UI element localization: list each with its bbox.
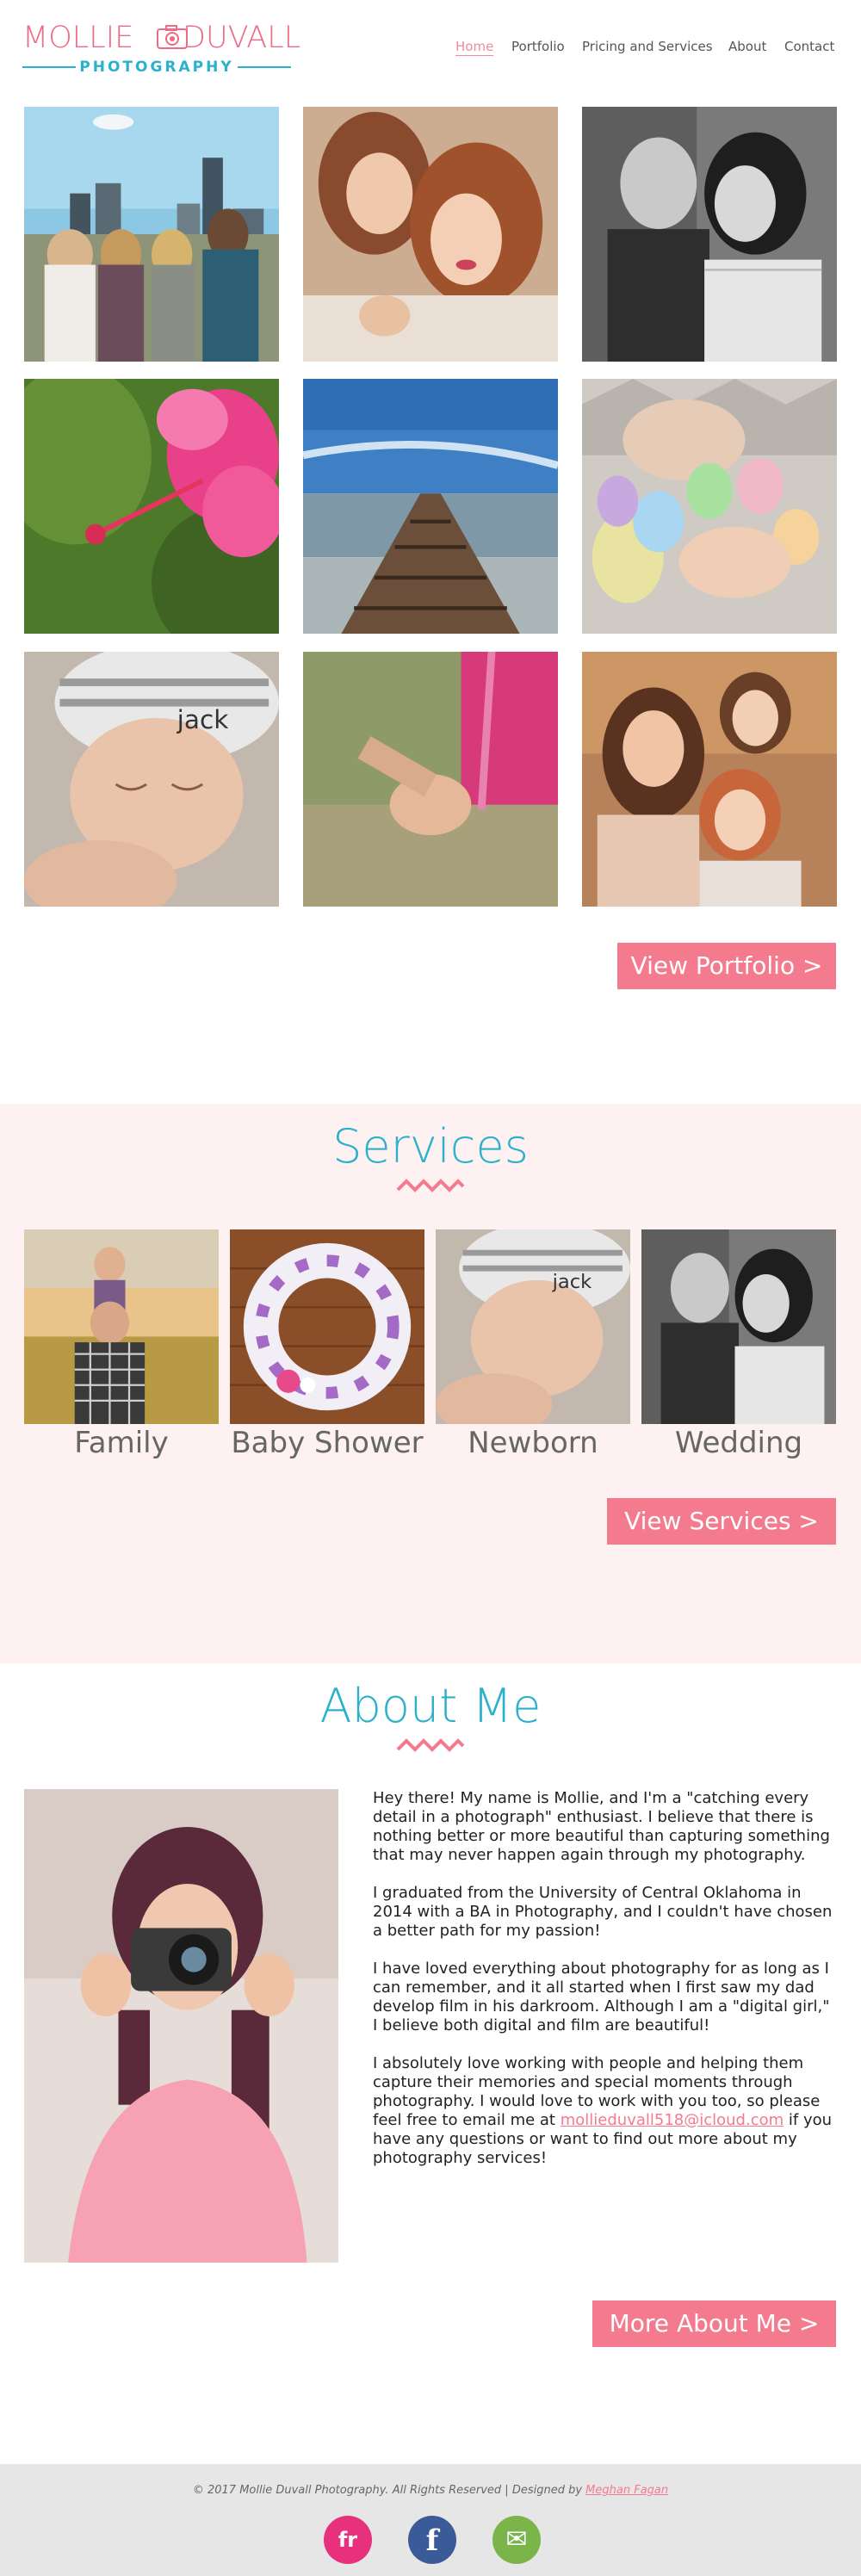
service-label-newborn[interactable]: Newborn <box>436 1426 630 1460</box>
site-footer: © 2017 Mollie Duvall Photography. All Ri… <box>0 2464 861 2576</box>
photo-bw-couple[interactable] <box>582 107 837 362</box>
designer-link[interactable]: Meghan Fagan <box>585 2484 668 2497</box>
about-paragraph: I graduated from the University of Centr… <box>373 1884 833 1940</box>
nav-item-about[interactable]: About <box>728 38 766 55</box>
facebook-icon-label: f <box>425 2523 439 2558</box>
footer-copyright: © 2017 Mollie Duvall Photography. All Ri… <box>0 2483 861 2499</box>
about-paragraph: I have loved everything about photograph… <box>373 1960 830 2034</box>
about-paragraph-contact: I absolutely love working with people an… <box>373 2054 838 2168</box>
about-text: Hey there! My name is Mollie, and I'm a … <box>373 1789 838 2187</box>
about-photo-mollie <box>24 1789 338 2263</box>
zigzag-divider <box>396 1738 465 1752</box>
logo-divider-right <box>238 66 291 68</box>
copyright-text: © 2017 Mollie Duvall Photography. All Ri… <box>192 2484 586 2497</box>
flickr-icon[interactable]: fr <box>324 2516 372 2564</box>
photo-women-skyline[interactable] <box>24 107 279 362</box>
site-header: MOLLIE DUVALL PHOTOGRAPHY Home Portfolio… <box>0 0 861 86</box>
facebook-icon[interactable]: f <box>408 2516 456 2564</box>
service-photo-family[interactable] <box>24 1229 219 1424</box>
services-title: Services <box>332 1119 529 1173</box>
logo-divider-left <box>22 66 76 68</box>
service-label-wedding[interactable]: Wedding <box>641 1426 836 1460</box>
main-nav: Home Portfolio Pricing and Services Abou… <box>0 38 861 59</box>
service-label-baby-shower[interactable]: Baby Shower <box>230 1426 424 1460</box>
logo-subtitle: PHOTOGRAPHY <box>79 59 234 76</box>
photo-hugging-women[interactable] <box>303 107 558 362</box>
nav-item-portfolio[interactable]: Portfolio <box>511 38 565 55</box>
photo-stone-jetty[interactable] <box>303 379 558 634</box>
view-portfolio-button[interactable]: View Portfolio > <box>617 943 836 989</box>
photo-sleeping-baby-jack[interactable]: jack <box>24 652 279 907</box>
photo-baby-eggs[interactable] <box>582 379 837 634</box>
svg-text:jack: jack <box>177 705 230 734</box>
email-link[interactable]: mollieduvall518@icloud.com <box>561 2111 784 2129</box>
photo-mother-daughters[interactable] <box>582 652 837 907</box>
zigzag-divider <box>396 1179 465 1192</box>
more-about-me-button[interactable]: More About Me > <box>592 2300 836 2347</box>
email-icon-label: ✉ <box>505 2524 528 2554</box>
view-services-button[interactable]: View Services > <box>607 1498 836 1545</box>
logo-subtitle-row: PHOTOGRAPHY <box>22 59 291 76</box>
photo-holding-hands[interactable] <box>303 652 558 907</box>
service-photo-baby-shower[interactable] <box>230 1229 424 1424</box>
about-title: About Me <box>319 1679 542 1733</box>
nav-item-pricing-and-services[interactable]: Pricing and Services <box>582 38 713 55</box>
flickr-icon-label: fr <box>338 2528 358 2552</box>
nav-item-contact[interactable]: Contact <box>784 38 834 55</box>
nav-item-home[interactable]: Home <box>455 38 494 56</box>
service-photo-wedding[interactable] <box>641 1229 836 1424</box>
email-icon[interactable]: ✉ <box>492 2516 541 2564</box>
svg-text:jack: jack <box>552 1271 593 1293</box>
service-label-family[interactable]: Family <box>24 1426 219 1460</box>
service-photo-newborn[interactable]: jack <box>436 1229 630 1424</box>
about-paragraph: Hey there! My name is Mollie, and I'm a … <box>373 1789 830 1864</box>
photo-pink-hibiscus[interactable] <box>24 379 279 634</box>
